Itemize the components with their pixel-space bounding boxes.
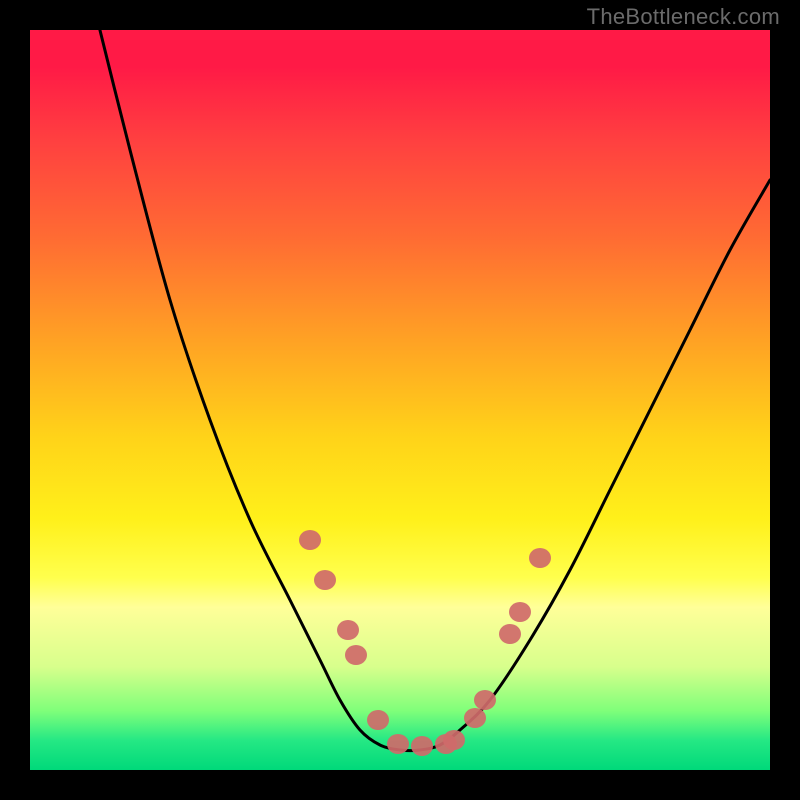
curve-dot <box>337 620 359 640</box>
curve-dot <box>499 624 521 644</box>
curve-dot <box>367 710 389 730</box>
curve-dots <box>299 530 551 756</box>
curve-dot <box>529 548 551 568</box>
curve-dot <box>509 602 531 622</box>
curve-dot <box>314 570 336 590</box>
curve-dot <box>464 708 486 728</box>
curve-dot <box>411 736 433 756</box>
curve-dot <box>345 645 367 665</box>
watermark-text: TheBottleneck.com <box>587 4 780 30</box>
curve-dot <box>299 530 321 550</box>
bottleneck-curve <box>90 30 770 751</box>
curve-dot <box>387 734 409 754</box>
outer-frame: TheBottleneck.com <box>0 0 800 800</box>
curve-dot <box>474 690 496 710</box>
chart-svg <box>30 30 770 770</box>
plot-area <box>30 30 770 770</box>
curve-dot <box>443 730 465 750</box>
